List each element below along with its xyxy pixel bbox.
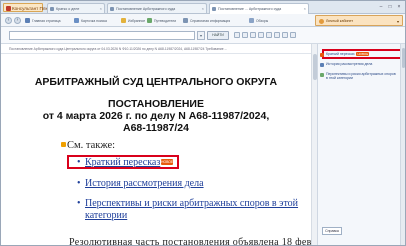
panel-item-prospects[interactable]: Перспективы и риски арбитражных споров в… bbox=[320, 72, 398, 81]
panel-scrollbar[interactable] bbox=[400, 44, 405, 245]
see-also-icon bbox=[61, 142, 66, 147]
guide-icon bbox=[147, 18, 152, 23]
close-icon[interactable]: × bbox=[100, 6, 102, 11]
info-icon bbox=[183, 18, 188, 23]
app-window: Консультант Плюс Кратко о деле × Постано… bbox=[0, 0, 406, 246]
user-icon bbox=[319, 19, 324, 24]
consultant-logo-icon bbox=[6, 5, 11, 11]
panel-item-label: Перспективы и риски арбитражных споров в… bbox=[326, 72, 396, 81]
toolbar-label: Главная страница bbox=[32, 18, 61, 23]
search-input[interactable] bbox=[9, 31, 195, 40]
mail-icon[interactable] bbox=[258, 32, 264, 38]
main-toolbar: ‹ › Главная страница Карточка поиска Изб… bbox=[1, 14, 405, 27]
word-export-icon[interactable] bbox=[250, 32, 256, 38]
history-icon bbox=[320, 62, 324, 67]
prospects-icon bbox=[320, 72, 324, 77]
bookmark-icon[interactable] bbox=[266, 32, 272, 38]
close-icon[interactable]: × bbox=[202, 6, 204, 11]
reviews-icon bbox=[249, 18, 254, 23]
panel-item-brief[interactable]: Краткий пересказ НОВОЕ bbox=[320, 52, 398, 57]
app-name: Консультант Плюс bbox=[12, 5, 52, 11]
tab-label: Кратко о деле bbox=[56, 6, 80, 11]
link-case-history[interactable]: История рассмотрения дела bbox=[85, 178, 204, 189]
bullet: • bbox=[77, 198, 81, 209]
body-text: Резолютивная часть постановления объявле… bbox=[69, 237, 311, 246]
panel-item-label: Краткий пересказ bbox=[326, 52, 355, 56]
tab-brief[interactable]: Кратко о деле × bbox=[47, 3, 105, 13]
document-view: АРБИТРАЖНЫЙ СУД ЦЕНТРАЛЬНОГО ОКРУГА ПОСТ… bbox=[1, 55, 311, 246]
toolbar-label: Справочная информация bbox=[190, 18, 231, 23]
tab-label: Постановление ... Арбитражного суда bbox=[218, 6, 282, 11]
brief-icon bbox=[320, 52, 324, 57]
panel-item-history[interactable]: История рассмотрения дела bbox=[320, 62, 398, 67]
search-card-button[interactable]: Карточка поиска bbox=[74, 17, 107, 24]
toolbar-label: Путеводители bbox=[154, 18, 177, 23]
save-icon[interactable] bbox=[242, 32, 248, 38]
document-type: ПОСТАНОВЛЕНИЕ bbox=[108, 98, 204, 110]
chevron-down-icon[interactable]: ▾ bbox=[197, 31, 205, 40]
reference-button[interactable]: Справочная информация bbox=[183, 17, 230, 24]
document-icon bbox=[110, 6, 114, 11]
search-bar: ▾ НАЙТИ bbox=[1, 27, 405, 44]
settings-icon[interactable] bbox=[290, 32, 296, 38]
scrollbar-thumb[interactable] bbox=[312, 54, 317, 80]
favorites-button[interactable]: Избранное bbox=[121, 17, 145, 24]
court-name: АРБИТРАЖНЫЙ СУД ЦЕНТРАЛЬНОГО ОКРУГА bbox=[34, 76, 278, 88]
breadcrumb: Постановление Арбитражного суда Централь… bbox=[1, 44, 311, 54]
app-menu-button[interactable]: Консультант Плюс bbox=[3, 3, 51, 12]
star-icon bbox=[121, 18, 126, 23]
document-date: от 4 марта 2026 г. по делу N А68-11987/2… bbox=[42, 110, 270, 122]
bullet: • bbox=[77, 178, 81, 189]
breadcrumb-text: Постановление Арбитражного суда Централь… bbox=[9, 46, 228, 51]
search-in-text-icon[interactable] bbox=[282, 32, 288, 38]
right-panel: Краткий пересказ НОВОЕ История рассмотре… bbox=[317, 44, 405, 245]
panel-item-label: История рассмотрения дела bbox=[326, 62, 373, 66]
forward-arrow-icon[interactable]: › bbox=[14, 17, 21, 24]
minimize-icon[interactable]: – bbox=[377, 3, 385, 11]
help-button[interactable]: Справка bbox=[322, 227, 342, 235]
toolbar-label: Избранное bbox=[128, 18, 146, 23]
toolbar-label: Карточка поиска bbox=[81, 18, 107, 23]
print-icon[interactable] bbox=[234, 32, 240, 38]
chevron-down-icon: ▾ bbox=[396, 19, 399, 24]
tab-ruling-1[interactable]: Постановление Арбитражного суда × bbox=[107, 3, 207, 13]
reviews-button[interactable]: Обзоры bbox=[249, 17, 268, 24]
link-prospects-risks-cont[interactable]: категории bbox=[85, 210, 127, 221]
search-button[interactable]: НАЙТИ bbox=[207, 31, 229, 40]
close-window-icon[interactable]: × bbox=[395, 3, 403, 11]
close-icon[interactable]: × bbox=[304, 6, 306, 11]
see-also-label: См. также: bbox=[67, 140, 116, 151]
tab-label: Постановление Арбитражного суда bbox=[116, 6, 176, 11]
search-card-icon bbox=[74, 18, 79, 23]
new-badge: НОВОЕ bbox=[356, 52, 370, 57]
user-cabinet-button[interactable]: Личный кабинет ▾ bbox=[315, 15, 403, 26]
document-icon bbox=[212, 6, 216, 11]
toolbar-label: Обзоры bbox=[256, 18, 269, 23]
maximize-icon[interactable]: □ bbox=[386, 3, 394, 11]
document-icon bbox=[50, 6, 54, 11]
link-prospects-risks[interactable]: Перспективы и риски арбитражных споров в… bbox=[85, 198, 298, 209]
guides-button[interactable]: Путеводители bbox=[147, 17, 176, 24]
scrollbar-thumb[interactable] bbox=[401, 48, 405, 68]
case-number: А68-11987/24 bbox=[123, 122, 189, 134]
home-icon bbox=[25, 18, 30, 23]
zoom-icon[interactable] bbox=[274, 32, 280, 38]
tab-ruling-2[interactable]: Постановление ... Арбитражного суда × bbox=[209, 3, 309, 14]
back-arrow-icon[interactable]: ‹ bbox=[5, 17, 12, 24]
tab-strip: Консультант Плюс Кратко о деле × Постано… bbox=[1, 1, 405, 14]
user-cabinet-label: Личный кабинет bbox=[326, 19, 354, 23]
window-controls: – □ × bbox=[377, 3, 403, 12]
document-tools bbox=[234, 32, 296, 38]
highlight-frame bbox=[67, 155, 179, 169]
home-button[interactable]: Главная страница bbox=[25, 17, 60, 24]
